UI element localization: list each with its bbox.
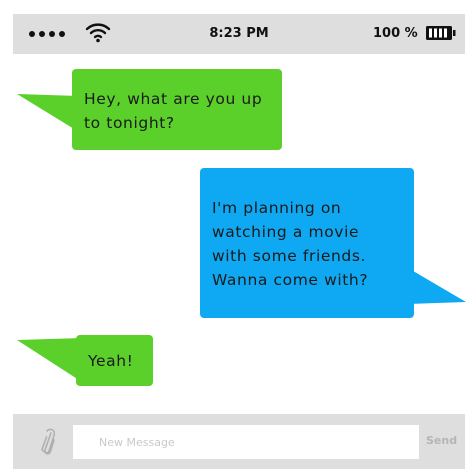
- message-tail: [17, 338, 82, 382]
- message-text: Yeah!: [88, 352, 134, 370]
- message-tail: [408, 268, 466, 304]
- message-bubble-outgoing[interactable]: I'm planning on watching a movie with so…: [200, 168, 414, 318]
- message-bubble-incoming[interactable]: Yeah!: [76, 335, 153, 386]
- paperclip-icon[interactable]: [41, 426, 55, 458]
- composer-bar: Send: [13, 414, 465, 469]
- message-bubble-incoming[interactable]: Hey, what are you up to tonight?: [72, 69, 282, 150]
- battery-icon: [426, 26, 456, 40]
- message-text: I'm planning on watching a movie with so…: [212, 199, 369, 289]
- message-input[interactable]: [73, 425, 419, 459]
- message-text: Hey, what are you up to tonight?: [84, 90, 263, 132]
- send-button[interactable]: Send: [426, 434, 457, 447]
- battery-percentage: 100 %: [373, 26, 418, 41]
- message-tail: [17, 94, 79, 132]
- status-bar: 8:23 PM 100 %: [13, 14, 465, 54]
